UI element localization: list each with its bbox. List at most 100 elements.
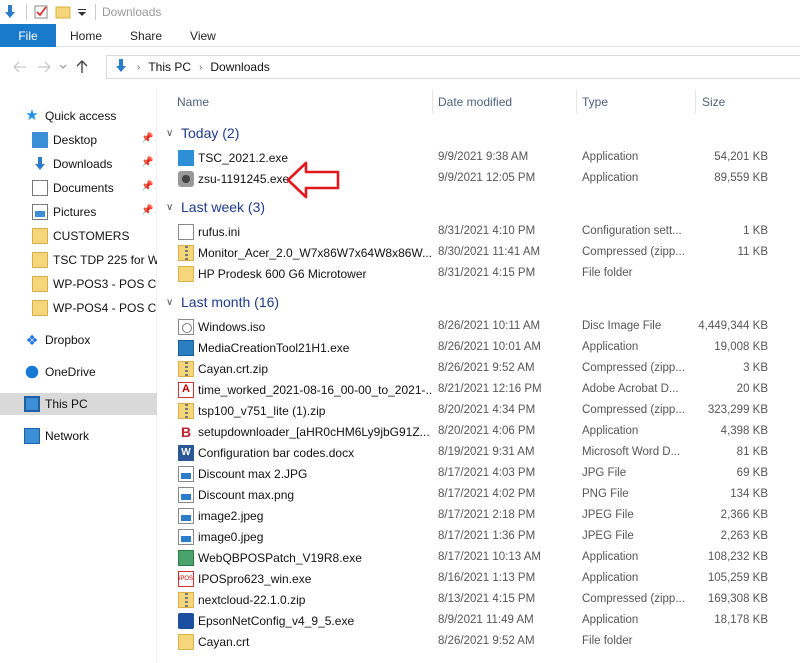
file-date: 8/17/2021 4:03 PM [438,467,536,479]
file-date: 8/17/2021 2:18 PM [438,509,536,521]
file-row[interactable]: iPOS IPOSpro623_win.exe 8/16/2021 1:13 PM A… [178,569,798,590]
up-button[interactable] [70,55,94,79]
sidebar-item-dropbox[interactable]: ❖ Dropbox [0,329,157,351]
file-date: 8/20/2021 4:34 PM [438,404,536,416]
back-arrow-icon [13,61,26,73]
file-size: 11 KB [737,246,768,258]
sidebar-item-label: Dropbox [45,333,91,347]
column-header-name[interactable]: Name [177,90,209,114]
sidebar-item-customers[interactable]: CUSTOMERS [0,225,157,247]
file-type: Application [582,551,639,563]
file-row[interactable]: WebQBPOSPatch_V19R8.exe 8/17/2021 10:13 A… [178,548,798,569]
sidebar-item-wp-pos4[interactable]: WP-POS4 - POS Clie [0,297,157,319]
file-row[interactable]: Cayan.crt.zip 8/26/2021 9:52 AM Compressed… [178,359,798,380]
chevron-right-icon: › [199,61,203,73]
file-type: JPEG File [582,530,634,542]
file-size: 323,299 KB [707,404,768,416]
file-size: 69 KB [736,467,768,479]
sidebar-item-quick-access[interactable]: ★ Quick access [0,105,157,127]
group-header-today[interactable]: ∨ Today (2) [166,123,786,143]
file-date: 8/19/2021 9:31 AM [438,446,535,458]
file-date: 8/17/2021 4:02 PM [438,488,536,500]
file-row[interactable]: tsp100_v751_lite (1).zip 8/20/2021 4:34 P… [178,401,798,422]
column-header-date[interactable]: Date modified [438,90,512,114]
sidebar-item-wp-pos3[interactable]: WP-POS3 - POS Clie [0,273,157,295]
file-row[interactable]: Cayan.crt 8/26/2021 9:52 AM File folder [178,632,798,653]
customize-toolbar-icon[interactable] [77,4,87,20]
file-row[interactable]: image0.jpeg 8/17/2021 1:36 PM JPEG File 2,2… [178,527,798,548]
disc-image-icon [178,319,194,335]
file-type: File folder [582,635,633,647]
tab-home[interactable]: Home [56,24,116,47]
gear-app-icon [178,171,194,187]
sidebar-item-pictures[interactable]: Pictures 📌 [0,201,157,223]
new-folder-icon[interactable] [55,4,71,20]
file-date: 8/26/2021 10:11 AM [438,320,541,332]
column-divider[interactable] [695,90,696,114]
file-date: 8/26/2021 9:52 AM [438,635,535,647]
file-size: 20 KB [736,383,768,395]
file-row[interactable]: rufus.ini 8/31/2021 4:10 PM Configuratio… [178,222,798,243]
sidebar-item-this-pc[interactable]: This PC [0,393,157,415]
sidebar-item-documents[interactable]: Documents 📌 [0,177,157,199]
forward-button[interactable] [32,55,56,79]
tab-view[interactable]: View [176,24,230,47]
column-header-size[interactable]: Size [702,90,725,114]
up-arrow-icon [76,60,88,73]
column-divider[interactable] [432,90,433,114]
file-row[interactable]: zsu-1191245.exe 9/9/2021 12:05 PM Applic… [178,169,798,190]
red-arrow-annotation [286,161,340,199]
file-type: Application [582,172,639,184]
zip-folder-icon [178,361,194,377]
sidebar-item-onedrive[interactable]: OneDrive [0,361,157,383]
file-size: 1 KB [743,225,768,237]
file-row[interactable]: Discount max.png 8/17/2021 4:02 PM PNG Fil… [178,485,798,506]
file-row[interactable]: HP Prodesk 600 G6 Microtower 8/31/2021 4… [178,264,798,285]
file-date: 9/9/2021 12:05 PM [438,172,536,184]
pictures-icon [32,204,48,220]
onedrive-cloud-icon [24,364,40,380]
tab-share[interactable]: Share [116,24,176,47]
pin-icon: 📌 [141,133,154,144]
back-button[interactable] [8,55,32,79]
recent-locations-button[interactable] [56,55,70,79]
sidebar-item-desktop[interactable]: Desktop 📌 [0,129,157,151]
sidebar-item-tsc-tdp[interactable]: TSC TDP 225 for Win [0,249,157,271]
file-size: 4,398 KB [720,425,768,437]
file-date: 8/9/2021 11:49 AM [438,614,534,626]
group-header-last-week[interactable]: ∨ Last week (3) [166,197,786,217]
download-arrow-icon[interactable] [2,4,18,20]
window-title: Downloads [102,5,162,19]
file-row[interactable]: EpsonNetConfig_v4_9_5.exe 8/9/2021 11:49 … [178,611,798,632]
address-bar[interactable]: › This PC › Downloads [106,55,800,79]
file-row[interactable]: Windows.iso 8/26/2021 10:11 AM Disc Image … [178,317,798,338]
file-date: 8/20/2021 4:06 PM [438,425,536,437]
file-row[interactable]: Discount max 2.JPG 8/17/2021 4:03 PM JPG F… [178,464,798,485]
file-row[interactable]: Monitor_Acer_2.0_W7x86W7x64W8x86W... 8/3… [178,243,798,264]
breadcrumb-this-pc[interactable]: This PC [148,60,191,74]
settings-file-icon [178,224,194,240]
file-row[interactable]: MediaCreationTool21H1.exe 8/26/2021 10:01… [178,338,798,359]
file-row[interactable]: image2.jpeg 8/17/2021 2:18 PM JPEG File 2,3… [178,506,798,527]
file-row[interactable]: W Configuration bar codes.docx 8/19/2021 9… [178,443,798,464]
column-header-type[interactable]: Type [582,90,608,114]
file-size: 134 KB [730,488,768,500]
column-divider[interactable] [576,90,577,114]
file-size: 54,201 KB [714,151,768,163]
file-name: Discount max.png [198,488,295,502]
tab-file[interactable]: File [0,24,56,47]
file-row[interactable]: Bsetupdownloader_[aHR0cHM6Ly9jbG91Z... 8/… [178,422,798,443]
forward-arrow-icon [38,61,51,73]
breadcrumb-downloads[interactable]: Downloads [210,60,269,74]
sidebar-item-network[interactable]: Network [0,425,157,447]
file-size: 4,449,344 KB [698,320,768,332]
properties-check-icon[interactable] [33,4,49,20]
file-row[interactable]: nextcloud-22.1.0.zip 8/13/2021 4:15 PM Com… [178,590,798,611]
file-size: 81 KB [736,446,768,458]
sidebar-item-downloads[interactable]: Downloads 📌 [0,153,157,175]
file-row[interactable]: TSC_2021.2.exe 9/9/2021 9:38 AM Applicat… [178,148,798,169]
group-header-last-month[interactable]: ∨ Last month (16) [166,292,786,312]
b-app-icon: B [178,424,194,440]
file-size: 3 KB [743,362,768,374]
file-row[interactable]: time_worked_2021-08-16_00-00_to_2021-...… [178,380,798,401]
